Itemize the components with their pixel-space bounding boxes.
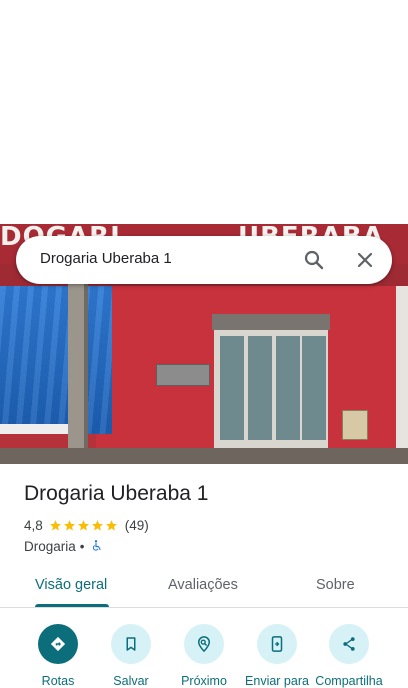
review-count[interactable]: (49)	[125, 518, 149, 533]
place-tabs: Visão geral Avaliações Sobre	[0, 564, 408, 608]
directions-button[interactable]: Rotas	[20, 620, 96, 688]
star-icon	[63, 519, 75, 530]
send-to-phone-button[interactable]: Enviar para	[239, 620, 315, 688]
place-title: Drogaria Uberaba 1	[24, 482, 209, 505]
share-button[interactable]: Compartilha	[311, 620, 387, 688]
sidewalk	[0, 448, 408, 464]
save-label: Salvar	[113, 674, 149, 688]
bookmark-icon	[126, 637, 136, 651]
door-panel	[302, 336, 326, 440]
close-icon[interactable]	[353, 248, 377, 272]
door-awning	[212, 314, 330, 330]
door-panel	[276, 336, 300, 440]
directions-icon	[50, 636, 66, 652]
save-button-circle	[111, 624, 151, 664]
electric-meter	[342, 410, 368, 440]
share-icon	[343, 637, 355, 651]
wheelchair-icon	[92, 540, 101, 551]
search-query[interactable]: Drogaria Uberaba 1	[40, 250, 172, 267]
send-to-label: Enviar para	[245, 674, 309, 688]
rating-row[interactable]: 4,8 (49)	[24, 516, 149, 534]
action-bar: Rotas Salvar Próximo Enviar para Compart…	[0, 620, 408, 688]
star-icon	[91, 519, 103, 530]
tarp-folds	[0, 286, 112, 434]
send-to-phone-icon	[271, 636, 283, 652]
separator-dot: •	[79, 538, 85, 554]
nearby-button-circle	[184, 624, 224, 664]
active-tab-indicator	[35, 604, 109, 607]
save-button[interactable]: Salvar	[93, 620, 169, 688]
nearby-icon	[197, 636, 211, 653]
send-to-phone-button-circle	[257, 624, 297, 664]
directions-label: Rotas	[41, 674, 75, 688]
nearby-label: Próximo	[181, 674, 227, 688]
category-row: Drogaria •	[24, 537, 103, 555]
search-icon[interactable]	[302, 248, 326, 272]
place-category: Drogaria	[24, 538, 76, 554]
star-icon	[105, 519, 117, 530]
utility-pole-shadow	[84, 264, 88, 464]
door-panel	[248, 336, 272, 440]
utility-pole	[68, 264, 84, 464]
star-rating	[49, 519, 119, 532]
door-panel	[220, 336, 244, 440]
search-bar[interactable]: Drogaria Uberaba 1	[16, 236, 392, 284]
share-label: Compartilha	[315, 674, 383, 688]
tab-overview[interactable]: Visão geral	[35, 577, 107, 593]
directions-button-circle	[38, 624, 78, 664]
tab-reviews[interactable]: Avaliações	[168, 577, 238, 593]
graffiti-panel	[396, 286, 408, 464]
wall-plaque	[156, 364, 210, 386]
tab-about[interactable]: Sobre	[316, 577, 355, 593]
share-button-circle	[329, 624, 369, 664]
table	[0, 424, 68, 434]
rating-value: 4,8	[24, 517, 43, 533]
star-icon	[49, 519, 61, 530]
nearby-button[interactable]: Próximo	[166, 620, 242, 688]
star-icon	[77, 519, 89, 530]
